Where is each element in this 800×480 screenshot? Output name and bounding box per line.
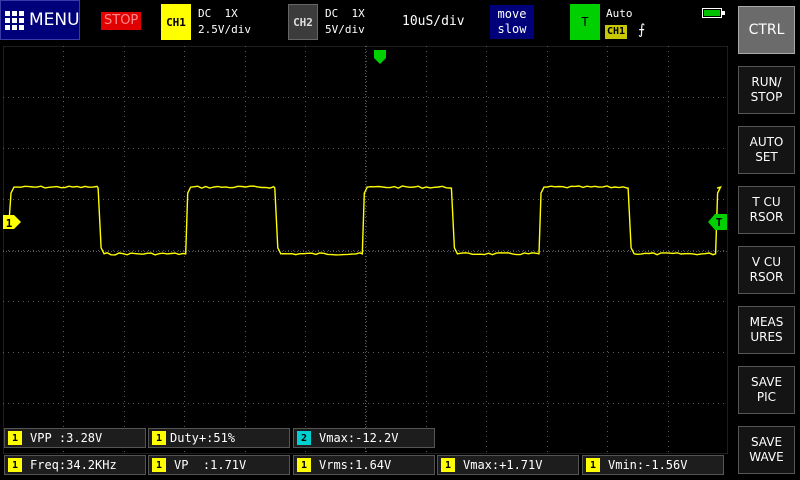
measure-vrms[interactable]: 1 Vrms:1.64V <box>293 455 435 475</box>
measure-value: Vrms:1.64V <box>319 458 392 472</box>
move-speed-label: slow <box>497 22 527 36</box>
menu-button[interactable]: MENU <box>0 0 80 40</box>
measure-value: VP :1.71V <box>174 458 247 472</box>
measure-duty[interactable]: 1 Duty+:51% <box>148 428 290 448</box>
save-wave-button[interactable]: SAVE WAVE <box>738 426 795 474</box>
run-state-badge[interactable]: STOP <box>101 12 142 30</box>
ch2-scale: 5V/div <box>325 23 365 36</box>
ch2-coupling: DC 1X <box>325 7 365 20</box>
measure-value: Vmax:+1.71V <box>463 458 543 472</box>
ch1-marker-label: 1 <box>6 217 13 230</box>
ch1-button[interactable]: CH1 <box>161 4 191 40</box>
battery-icon <box>702 8 725 18</box>
measures-button[interactable]: MEAS URES <box>738 306 795 354</box>
measure-channel-badge: 1 <box>8 458 22 472</box>
ch1-coupling: DC 1X <box>198 7 238 20</box>
measure-value: Freq:34.2KHz <box>30 458 117 472</box>
ch2-button[interactable]: CH2 <box>288 4 318 40</box>
measure-value: Vmax:-12.2V <box>319 431 399 445</box>
auto-set-button[interactable]: AUTO SET <box>738 126 795 174</box>
menu-label: MENU <box>29 10 80 30</box>
measure-value: VPP :3.28V <box>30 431 103 445</box>
save-pic-button[interactable]: SAVE PIC <box>738 366 795 414</box>
measure-channel-badge: 2 <box>297 431 311 445</box>
trigger-level-label: T <box>716 216 723 229</box>
scope-display[interactable]: 1 T <box>3 46 728 454</box>
run-stop-button[interactable]: RUN/ STOP <box>738 66 795 114</box>
trigger-mode[interactable]: Auto <box>606 7 633 20</box>
menu-grid-icon <box>5 10 24 30</box>
ch1-info[interactable]: DC 1X 2.5V/div <box>198 6 251 38</box>
ch1-scale: 2.5V/div <box>198 23 251 36</box>
move-label: move <box>497 7 527 21</box>
measure-vmin[interactable]: 1 Vmin:-1.56V <box>582 455 724 475</box>
measure-vpp[interactable]: 1 VPP :3.28V <box>4 428 146 448</box>
ch2-info[interactable]: DC 1X 5V/div <box>325 6 365 38</box>
measure-channel-badge: 1 <box>8 431 22 445</box>
rising-edge-icon: ⨍ <box>638 22 646 38</box>
measure-channel-badge: 1 <box>441 458 455 472</box>
measure-vmax[interactable]: 1 Vmax:+1.71V <box>437 455 579 475</box>
trigger-source[interactable]: CH1 <box>605 25 628 39</box>
measure-vp[interactable]: 1 VP :1.71V <box>148 455 290 475</box>
measure-channel-badge: 1 <box>152 431 166 445</box>
move-speed-button[interactable]: move slow <box>490 5 534 39</box>
ctrl-button[interactable]: CTRL <box>738 6 795 54</box>
time-cursor-button[interactable]: T CU RSOR <box>738 186 795 234</box>
measure-channel-badge: 1 <box>586 458 600 472</box>
measure-value: Duty+:51% <box>170 431 236 445</box>
voltage-cursor-button[interactable]: V CU RSOR <box>738 246 795 294</box>
measure-channel-badge: 1 <box>152 458 166 472</box>
timebase-readout[interactable]: 10uS/div <box>402 14 465 29</box>
measure-ch2-vmax[interactable]: 2 Vmax:-12.2V <box>293 428 435 448</box>
trigger-button[interactable]: T <box>570 4 600 40</box>
measure-channel-badge: 1 <box>297 458 311 472</box>
measure-freq[interactable]: 1 Freq:34.2KHz <box>4 455 146 475</box>
measure-value: Vmin:-1.56V <box>608 458 688 472</box>
